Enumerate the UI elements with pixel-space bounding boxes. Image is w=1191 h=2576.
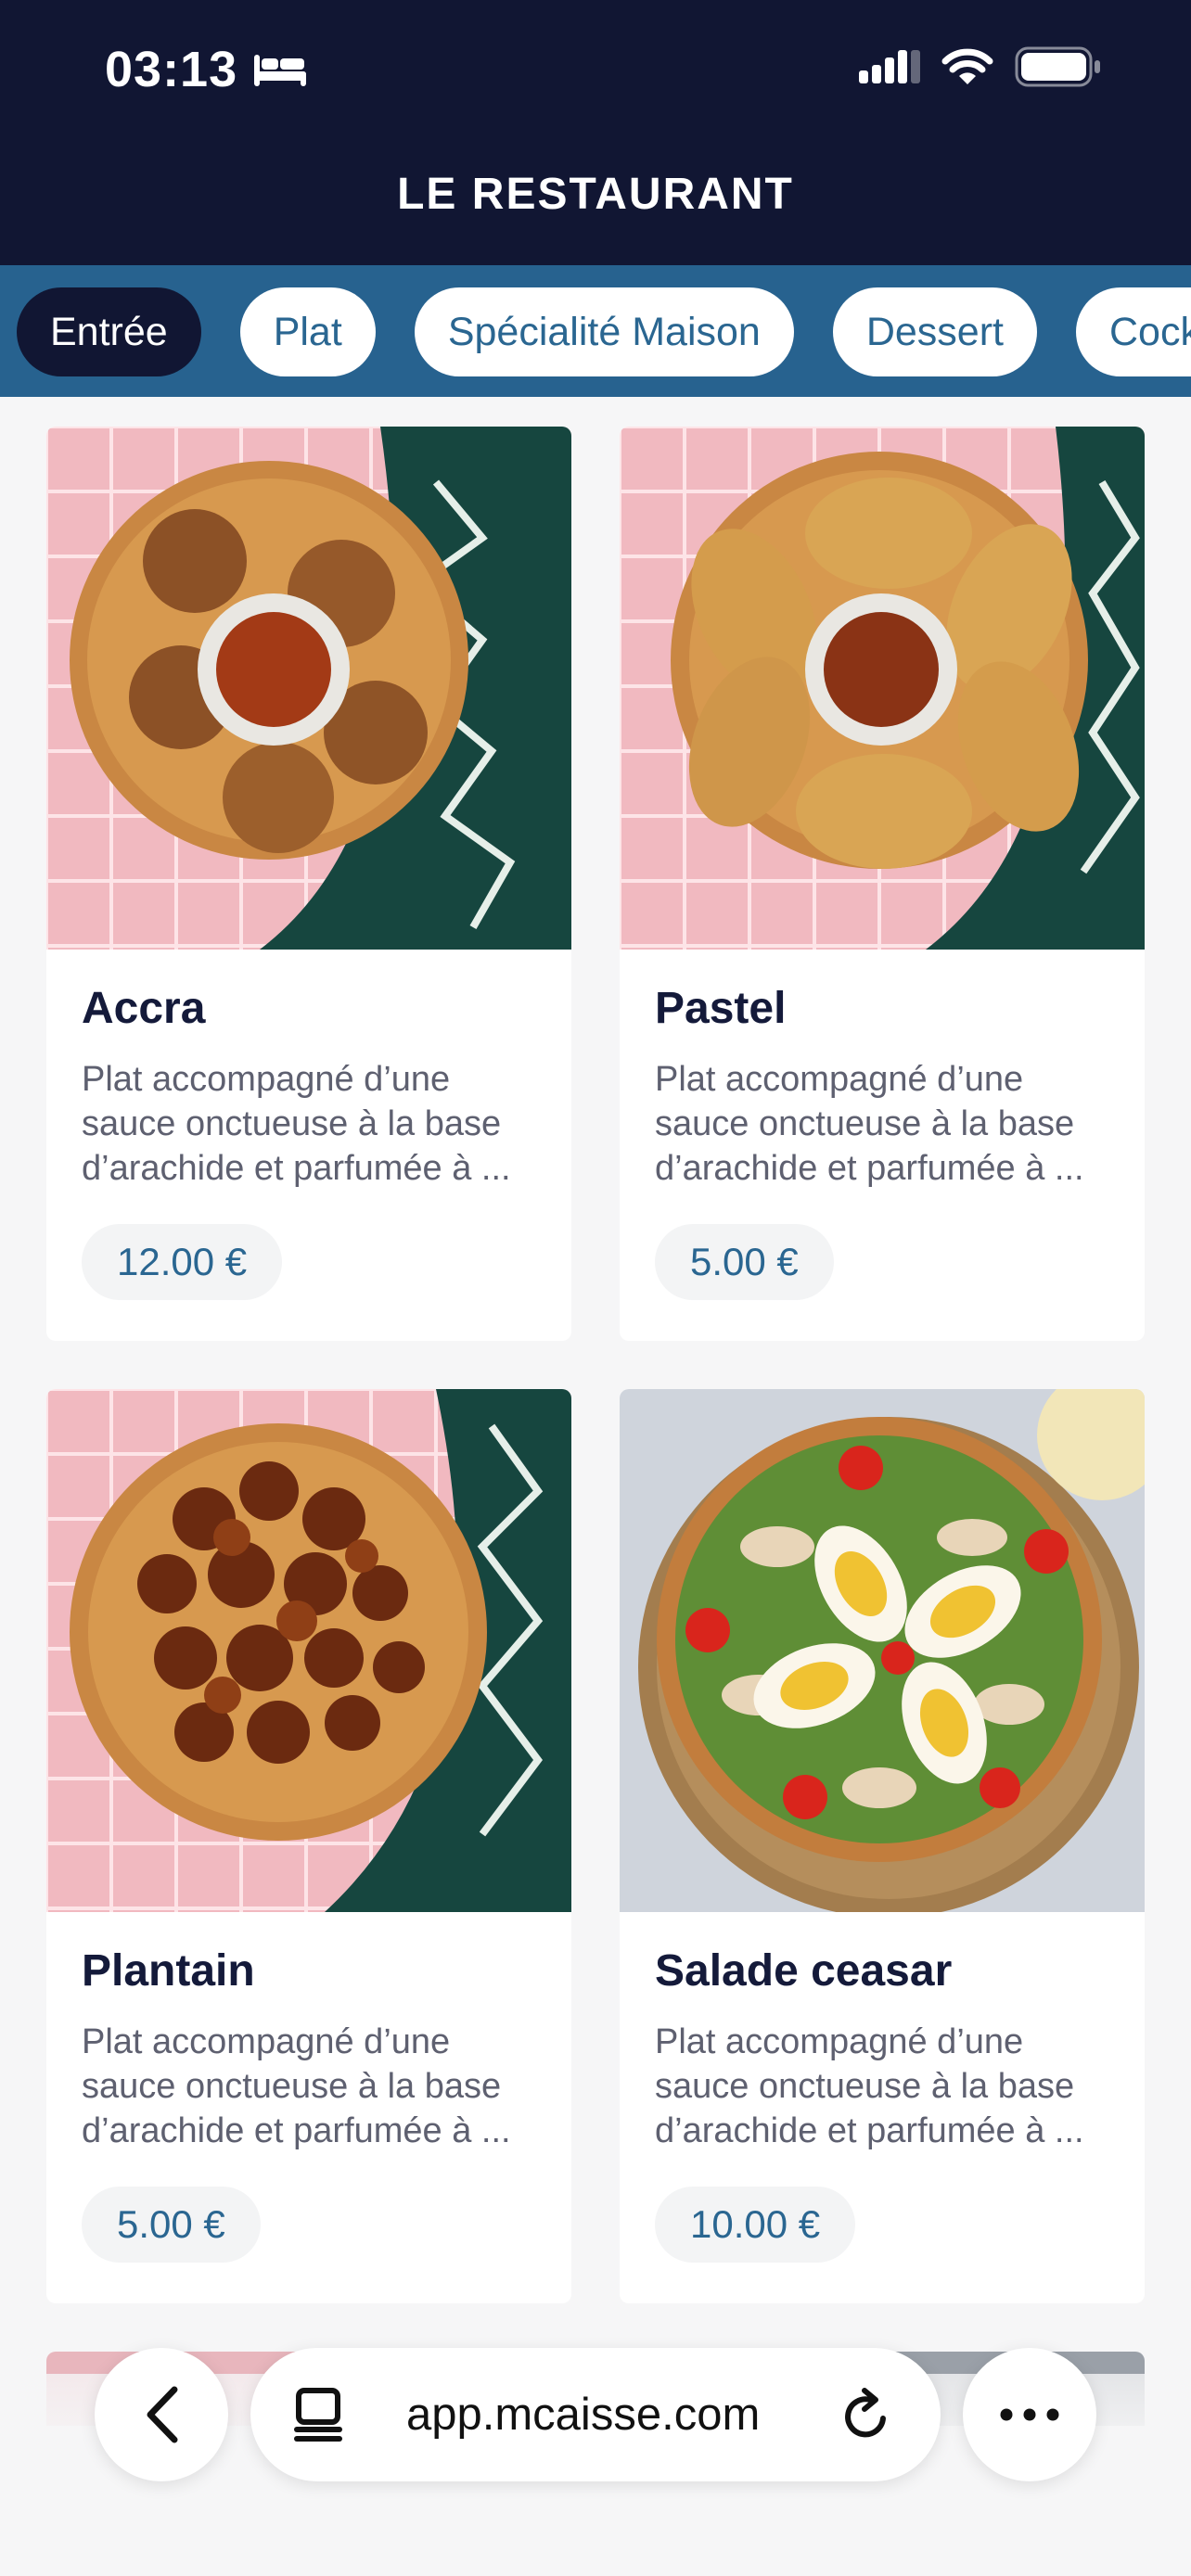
page-menu-icon[interactable] (293, 2387, 343, 2442)
more-options-button[interactable] (963, 2348, 1096, 2481)
status-indicators (859, 46, 1102, 87)
menu-item-card[interactable]: Accra Plat accompagné d’une sauce onctue… (46, 427, 571, 1341)
accra-photo (46, 427, 571, 950)
item-name: Accra (82, 984, 206, 1033)
pastel-photo (620, 427, 1145, 950)
menu-item-card[interactable]: Pastel Plat accompagné d’une sauce onctu… (620, 427, 1145, 1341)
chevron-left-icon (147, 2386, 178, 2443)
category-chip-entree[interactable]: Entrée (17, 287, 201, 376)
wifi-icon (941, 48, 993, 84)
price-badge: 5.00 € (655, 1224, 834, 1300)
item-description: Plat accompagné d’une sauce onctueuse à … (82, 2022, 511, 2150)
ellipsis-icon (1000, 2408, 1059, 2421)
item-description: Plat accompagné d’une sauce onctueuse à … (82, 1060, 511, 1188)
salade-ceasar-photo (620, 1389, 1145, 1912)
price-badge: 5.00 € (82, 2187, 261, 2263)
address-bar[interactable]: app.mcaisse.com (250, 2348, 941, 2481)
clock: 03:13 (105, 42, 238, 97)
sleep-focus-icon (254, 55, 307, 86)
price-badge: 10.00 € (655, 2187, 856, 2263)
category-bar: Entrée Plat Spécialité Maison Dessert Co… (0, 265, 1191, 397)
item-name: Pastel (655, 984, 787, 1033)
item-description: Plat accompagné d’une sauce onctueuse à … (655, 2022, 1084, 2150)
cellular-signal-icon (859, 50, 920, 83)
category-chip-plat[interactable]: Plat (239, 287, 376, 376)
price-badge: 12.00 € (82, 1224, 283, 1300)
item-name: Plantain (82, 1946, 255, 1996)
page-title: LE RESTAURANT (397, 170, 794, 219)
category-chip-cocktail[interactable]: Cocktail (1075, 287, 1191, 376)
reload-icon[interactable] (840, 2387, 892, 2442)
category-chip-specialite[interactable]: Spécialité Maison (414, 287, 794, 376)
status-time: 03:13 (105, 41, 308, 98)
item-name: Salade ceasar (655, 1946, 953, 1996)
plantain-photo (46, 1389, 571, 1912)
category-chip-dessert[interactable]: Dessert (832, 287, 1037, 376)
battery-icon (1015, 46, 1100, 87)
back-button[interactable] (95, 2348, 228, 2481)
menu-item-card[interactable]: Plantain Plat accompagné d’une sauce onc… (46, 1389, 571, 2303)
url-text[interactable]: app.mcaisse.com (406, 2389, 760, 2441)
app-header: 03:13 LE RESTAURANT (0, 0, 1191, 265)
menu-item-card[interactable]: Salade ceasar Plat accompagné d’une sauc… (620, 1389, 1145, 2303)
item-description: Plat accompagné d’une sauce onctueuse à … (655, 1060, 1084, 1188)
